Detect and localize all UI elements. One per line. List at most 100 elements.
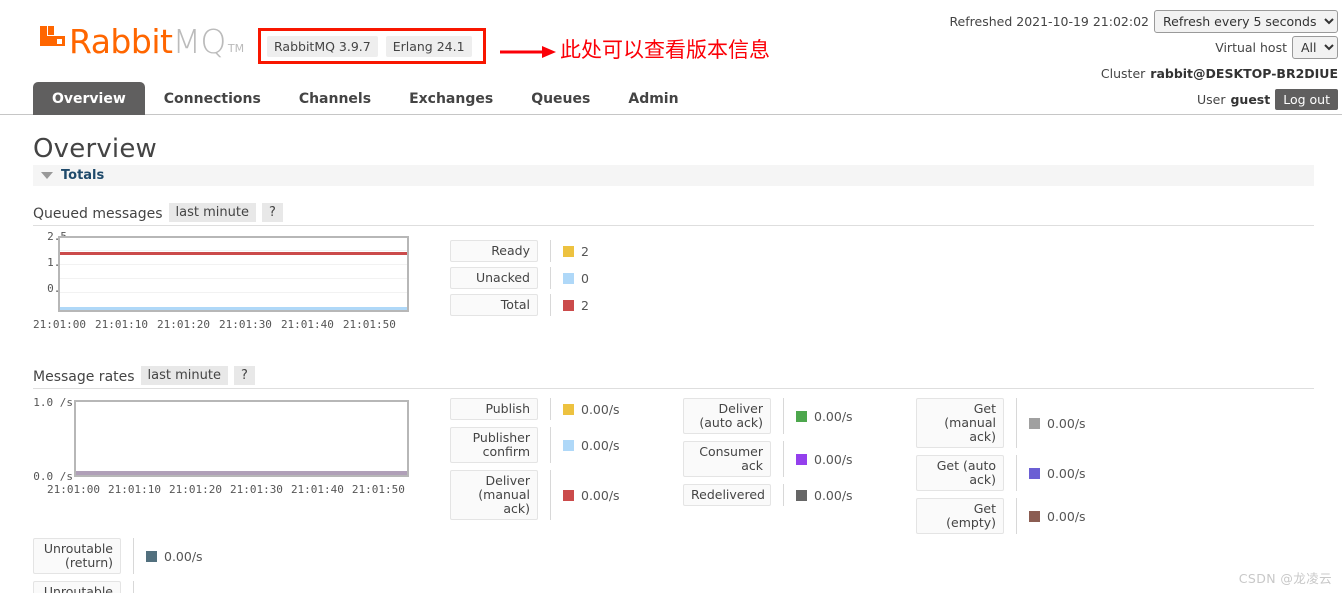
series-line-rates-zero [76,471,407,475]
color-swatch-publisher-confirm [563,439,574,451]
legend-row: Deliver (auto ack) 0.00/s [683,398,853,434]
legend-row: Consumer ack 0.00/s [683,441,853,477]
rates-chart-y-axis: 1.0 /s 0.0 /s [33,396,73,483]
legend-divider [133,538,134,574]
legend-divider [550,398,551,420]
tab-channels[interactable]: Channels [280,82,390,115]
legend-row: Publisher confirm 0.00/s [450,427,620,463]
legend-value-total: 2 [581,297,589,313]
message-rates-help-icon[interactable]: ? [233,366,255,385]
legend-key-ready[interactable]: Ready [450,240,538,262]
chevron-down-icon[interactable] [41,172,53,179]
legend-value-ready: 2 [581,243,589,259]
legend-key-deliver-auto-ack[interactable]: Deliver (auto ack) [683,398,771,434]
annotation-arrow-icon [500,46,556,58]
color-swatch-get-auto-ack [1029,467,1040,479]
legend-key-unroutable-drop[interactable]: Unroutable [33,581,121,593]
legend-key-publish[interactable]: Publish [450,398,538,420]
message-rates-legend-col1: Publish 0.00/s Publisher confirm 0.00/s … [450,398,620,525]
rates-chart-plot-area [74,400,409,477]
legend-value-get-manual-ack: 0.00/s [1047,415,1086,431]
x-tick: 21:01:50 [351,483,405,496]
queued-messages-range-tab[interactable]: last minute [168,203,256,222]
legend-divider [783,398,784,434]
x-tick: 21:01:20 [156,318,210,331]
refresh-interval-select[interactable]: Refresh every 5 seconds [1154,10,1338,33]
message-rates-legend-col3: Get (manual ack) 0.00/s Get (auto ack) 0… [916,398,1086,539]
legend-divider [550,240,551,262]
y-tick: 0.0 /s [33,470,73,483]
color-swatch-deliver-manual-ack [563,489,574,501]
legend-row: Unacked 0 [450,267,589,289]
legend-key-get-empty[interactable]: Get (empty) [916,498,1004,534]
legend-key-total[interactable]: Total [450,294,538,316]
series-line-total [60,252,407,255]
queued-messages-help-icon[interactable]: ? [261,203,283,222]
legend-key-deliver-manual-ack[interactable]: Deliver (manual ack) [450,470,538,520]
erlang-version-badge: Erlang 24.1 [385,35,472,57]
legend-key-get-manual-ack[interactable]: Get (manual ack) [916,398,1004,448]
message-rates-range-tab[interactable]: last minute [140,366,228,385]
x-tick: 21:01:00 [33,318,86,331]
rabbitmq-logo[interactable]: Rabbit MQ TM [40,22,244,58]
refresh-row: Refreshed 2021-10-19 21:02:02 Refresh ev… [949,10,1338,33]
totals-label: Totals [61,168,105,183]
legend-value-get-auto-ack: 0.00/s [1047,465,1086,481]
color-swatch-unacked [563,272,574,284]
series-line-unacked [60,307,407,310]
legend-value-get-empty: 0.00/s [1047,508,1086,524]
x-tick: 21:01:50 [342,318,396,331]
tab-overview[interactable]: Overview [33,82,145,115]
cluster-name: rabbit@DESKTOP-BR2DIUE [1150,66,1338,81]
x-tick: 21:01:20 [168,483,222,496]
queued-messages-chart: 2.5 2 1.5 1 0.5 0 21:01:00 21:01:10 21:0… [33,230,413,334]
legend-row: Get (manual ack) 0.00/s [916,398,1086,448]
tab-connections[interactable]: Connections [145,82,280,115]
legend-divider [1016,498,1017,534]
legend-row: Deliver (manual ack) 0.00/s [450,470,620,520]
nav-tab-list: Overview Connections Channels Exchanges … [0,82,1342,115]
color-swatch-ready [563,245,574,257]
version-info-highlight: RabbitMQ 3.9.7 Erlang 24.1 [258,28,486,64]
color-swatch-get-empty [1029,510,1040,522]
tab-queues[interactable]: Queues [512,82,609,115]
color-swatch-redelivered [796,489,807,501]
message-rates-header: Message rates last minute ? [33,366,1314,389]
legend-row: Redelivered 0.00/s [683,484,853,506]
queued-chart-plot-area [58,236,409,312]
legend-divider [783,484,784,506]
tab-admin[interactable]: Admin [609,82,697,115]
legend-key-unroutable-return[interactable]: Unroutable (return) [33,538,121,574]
color-swatch-deliver-auto-ack [796,410,807,422]
legend-value-redelivered: 0.00/s [814,487,853,503]
legend-row: Publish 0.00/s [450,398,620,420]
color-swatch-total [563,299,574,311]
legend-row: Total 2 [450,294,589,316]
x-tick: 21:01:00 [47,483,100,496]
rabbit-logo-icon [40,22,66,54]
totals-section-header[interactable]: Totals [33,165,1314,186]
tab-exchanges[interactable]: Exchanges [390,82,512,115]
legend-key-publisher-confirm[interactable]: Publisher confirm [450,427,538,463]
gridline [60,278,407,279]
y-tick: 1.0 /s [33,396,73,409]
legend-key-redelivered[interactable]: Redelivered [683,484,771,506]
queued-messages-legend: Ready 2 Unacked 0 Total 2 [450,240,589,321]
color-swatch-unroutable-return [146,550,157,562]
vhost-select[interactable]: All [1292,36,1338,59]
legend-key-unacked[interactable]: Unacked [450,267,538,289]
legend-divider [550,267,551,289]
legend-key-get-auto-ack[interactable]: Get (auto ack) [916,455,1004,491]
queued-chart-x-axis: 21:01:00 21:01:10 21:01:20 21:01:30 21:0… [33,318,443,331]
legend-divider [783,441,784,477]
x-tick: 21:01:40 [290,483,344,496]
rabbitmq-management-page: Rabbit MQ TM RabbitMQ 3.9.7 Erlang 24.1 … [0,0,1342,593]
vhost-label: Virtual host [1215,40,1287,55]
legend-divider [1016,455,1017,491]
page-header: Rabbit MQ TM RabbitMQ 3.9.7 Erlang 24.1 … [0,0,1342,110]
x-tick: 21:01:10 [107,483,161,496]
legend-row: Get (auto ack) 0.00/s [916,455,1086,491]
legend-value-deliver-auto-ack: 0.00/s [814,408,853,424]
legend-value-deliver-manual-ack: 0.00/s [581,487,620,503]
legend-key-consumer-ack[interactable]: Consumer ack [683,441,771,477]
